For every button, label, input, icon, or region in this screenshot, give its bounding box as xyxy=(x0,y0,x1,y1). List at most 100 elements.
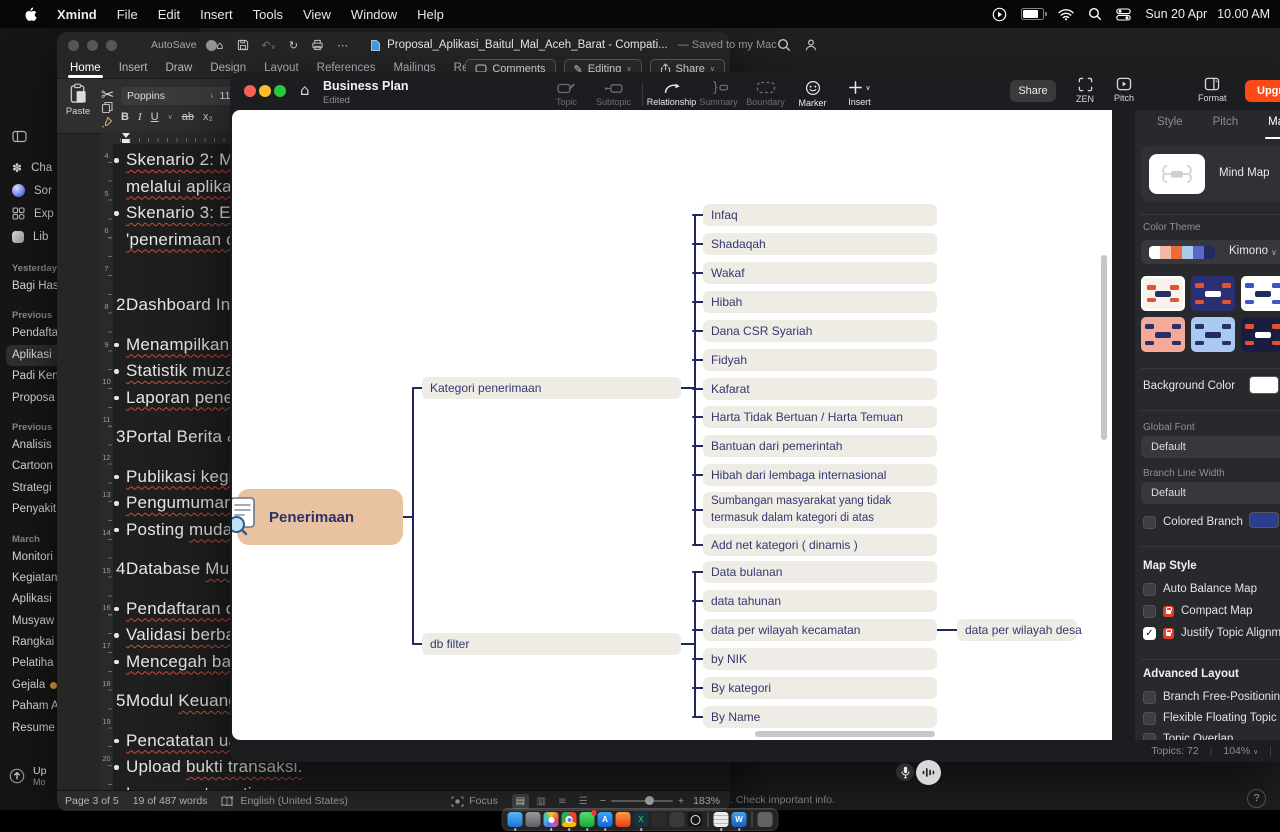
menu-insert[interactable]: Insert xyxy=(190,7,243,22)
dock-orange-app-icon[interactable] xyxy=(616,812,631,827)
minimize-button[interactable] xyxy=(87,40,98,51)
web-layout-view-icon[interactable]: ▥ xyxy=(533,794,550,809)
dock-word-icon[interactable]: W xyxy=(732,812,747,827)
upgrade-button[interactable]: Upgrade xyxy=(1245,80,1280,102)
copy-icon[interactable] xyxy=(101,101,113,114)
colored-branch-swatch[interactable] xyxy=(1249,512,1279,528)
mindmap-canvas[interactable]: PenerimaanKategori penerimaandb filterIn… xyxy=(232,110,1112,740)
battery-icon[interactable] xyxy=(1021,8,1044,20)
format-b-button[interactable]: B xyxy=(121,111,129,123)
dock-trash-icon[interactable] xyxy=(758,812,773,827)
menu-tools[interactable]: Tools xyxy=(243,7,293,22)
dock-text-editor-icon[interactable] xyxy=(714,812,729,827)
more-commands-icon[interactable]: ⋯ xyxy=(337,39,348,52)
undo-icon[interactable]: ↶∨ xyxy=(262,39,276,52)
help-button[interactable]: ? xyxy=(1247,789,1266,808)
print-icon[interactable] xyxy=(311,39,324,51)
structure-card[interactable]: Mind Map xyxy=(1141,146,1280,202)
zoom-percent[interactable]: 183% xyxy=(693,795,720,807)
menu-window[interactable]: Window xyxy=(341,7,407,22)
dock-system-settings-icon[interactable] xyxy=(526,812,541,827)
outline-view-icon[interactable]: ≡ xyxy=(554,794,571,809)
search-icon[interactable] xyxy=(777,38,791,52)
tool-insert[interactable]: ∨Insert xyxy=(836,76,883,107)
subtopic-node[interactable]: Dana CSR Syariah xyxy=(703,320,937,342)
subtopic-node[interactable]: By Name xyxy=(703,706,937,728)
format-painter-icon[interactable] xyxy=(101,116,113,129)
tool-marker[interactable]: Marker xyxy=(789,76,836,108)
option-justify-topic-alignment[interactable]: ✓Justify Topic Alignment xyxy=(1143,623,1280,643)
home-icon[interactable]: ⌂ xyxy=(300,81,310,99)
apple-menu-icon[interactable] xyxy=(14,7,47,22)
panel-tab-pitch[interactable]: Pitch xyxy=(1213,116,1239,128)
redo-icon[interactable]: ↻ xyxy=(289,39,298,52)
format-u-button[interactable]: U xyxy=(151,111,159,123)
word-count[interactable]: 19 of 487 words xyxy=(133,795,208,807)
format-s-button[interactable]: ab xyxy=(182,111,194,123)
vertical-scrollbar[interactable] xyxy=(1101,255,1107,440)
menu-view[interactable]: View xyxy=(293,7,341,22)
dock-photos-icon[interactable] xyxy=(544,812,559,827)
option-auto-balance-map[interactable]: Auto Balance Map xyxy=(1143,579,1257,599)
subtopic-node[interactable]: Bantuan dari pemerintah xyxy=(703,435,937,457)
zoom-slider[interactable] xyxy=(611,800,673,802)
horizontal-scrollbar[interactable] xyxy=(755,731,935,737)
screen-mirroring-icon[interactable] xyxy=(992,7,1007,22)
search-icon[interactable] xyxy=(1088,7,1102,21)
format-i-button[interactable]: I xyxy=(138,111,142,123)
background-color-swatch[interactable] xyxy=(1249,376,1279,394)
page-indicator[interactable]: Page 3 of 5 xyxy=(65,795,119,807)
dock-clock-app-icon[interactable] xyxy=(688,812,703,827)
canvas-zoom-select[interactable]: 104% ∨ xyxy=(1223,745,1258,757)
minimize-button[interactable] xyxy=(259,85,271,97)
subtopic-node[interactable]: Wakaf xyxy=(703,262,937,284)
ribbon-tab-draw[interactable]: Draw xyxy=(156,62,201,74)
menubar-time[interactable]: 10.00 AM xyxy=(1217,7,1270,21)
menu-help[interactable]: Help xyxy=(407,7,454,22)
color-theme-select[interactable]: Kimono ∨ xyxy=(1141,240,1280,264)
ribbon-tab-home[interactable]: Home xyxy=(61,62,110,74)
font-select[interactable]: Poppins∨ xyxy=(121,87,221,105)
dock-finder-icon[interactable] xyxy=(508,812,523,827)
dock-excel-icon[interactable]: X xyxy=(634,812,649,827)
zoom-in-button[interactable]: + xyxy=(678,795,684,807)
focus-label[interactable]: Focus xyxy=(469,795,498,807)
dock-dark-app-1-icon[interactable] xyxy=(652,812,667,827)
close-button[interactable] xyxy=(68,40,79,51)
checkbox-checked[interactable]: ✓ xyxy=(1143,627,1156,640)
wifi-icon[interactable] xyxy=(1058,8,1074,21)
subtopic-node[interactable]: Fidyah xyxy=(703,349,937,371)
subtopic-node[interactable]: Infaq xyxy=(703,204,937,226)
close-button[interactable] xyxy=(244,85,256,97)
pitch-button[interactable]: Pitch xyxy=(1114,77,1134,103)
mic-button[interactable] xyxy=(896,763,914,781)
checkbox[interactable] xyxy=(1143,583,1156,596)
menu-file[interactable]: File xyxy=(107,7,148,22)
ribbon-tab-insert[interactable]: Insert xyxy=(110,62,157,74)
sidebar-toggle-icon[interactable] xyxy=(12,130,27,143)
menu-edit[interactable]: Edit xyxy=(148,7,190,22)
subtopic-node[interactable]: By kategori xyxy=(703,677,937,699)
format-c-button[interactable]: ∨ xyxy=(168,113,173,121)
dock-chrome-icon[interactable] xyxy=(562,812,577,827)
share-button[interactable]: Share xyxy=(1010,80,1056,102)
app-menu[interactable]: Xmind xyxy=(47,7,107,22)
subtopic-node[interactable]: Shadaqah xyxy=(703,233,937,255)
checkbox[interactable] xyxy=(1143,516,1156,529)
language-indicator[interactable]: English (United States) xyxy=(240,795,347,807)
theme-thumbnail[interactable] xyxy=(1191,276,1235,311)
checkbox[interactable] xyxy=(1143,605,1156,618)
indent-marker[interactable] xyxy=(122,133,130,138)
zoom-button[interactable] xyxy=(274,85,286,97)
subtopic-node[interactable]: Add net kategori ( dinamis ) xyxy=(703,534,937,556)
theme-thumbnail[interactable] xyxy=(1191,317,1235,352)
option-compact-map[interactable]: Compact Map xyxy=(1143,601,1253,621)
format-x-button[interactable]: x₂ xyxy=(203,111,213,123)
subtopic-node[interactable]: Hibah dari lembaga internasional xyxy=(703,464,937,486)
colored-branch-option[interactable]: Colored Branch xyxy=(1143,512,1243,532)
subtopic-node[interactable]: Hibah xyxy=(703,291,937,313)
account-icon[interactable] xyxy=(804,38,818,52)
subtopic-node[interactable]: by NIK xyxy=(703,648,937,670)
zoom-button[interactable] xyxy=(106,40,117,51)
dock-whatsapp-icon[interactable] xyxy=(580,812,595,827)
